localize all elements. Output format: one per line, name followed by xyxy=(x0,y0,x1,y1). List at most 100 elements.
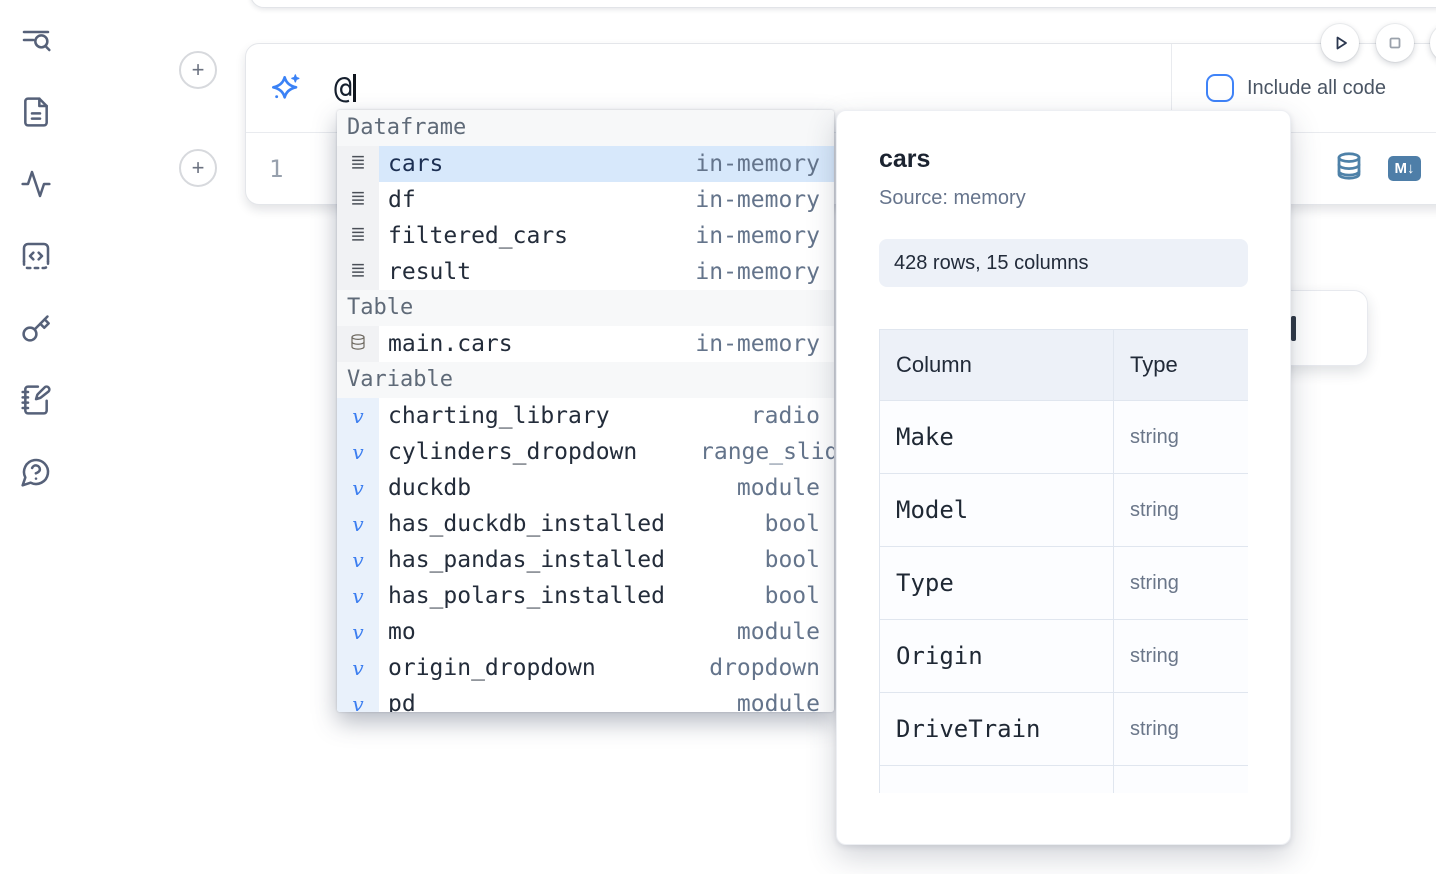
column-name: Model xyxy=(880,474,1114,547)
item-type: dropdown xyxy=(709,655,834,681)
key-icon[interactable] xyxy=(20,312,52,344)
item-type: range_slider xyxy=(700,439,834,465)
text-cursor xyxy=(353,74,356,102)
autocomplete-item-has_duckdb_installed[interactable]: vhas_duckdb_installedbool xyxy=(337,506,834,542)
item-name: result xyxy=(388,259,471,285)
column-row: DriveTrainstring xyxy=(880,693,1249,766)
variable-icon: v xyxy=(337,578,379,614)
column-header: Column xyxy=(880,330,1114,401)
include-all-code-label: Include all code xyxy=(1247,77,1386,100)
add-cell-below-button[interactable]: + xyxy=(179,149,217,187)
stop-icon xyxy=(1383,31,1407,55)
item-type: bool xyxy=(765,511,834,537)
item-name: origin_dropdown xyxy=(388,655,596,681)
sparkles-icon xyxy=(270,72,302,104)
autocomplete-item-filtered_cars[interactable]: filtered_carsin-memory xyxy=(337,218,834,254)
cell-action-icons: M↓ xyxy=(1334,133,1421,204)
markdown-convert-icon[interactable]: M↓ xyxy=(1388,156,1421,181)
autocomplete-item-pd[interactable]: vpdmodule xyxy=(337,686,834,712)
variable-icon: v xyxy=(337,470,379,506)
dataframe-icon xyxy=(337,254,379,290)
autocomplete-item-mo[interactable]: vmomodule xyxy=(337,614,834,650)
variable-icon: v xyxy=(337,398,379,434)
column-type xyxy=(1114,766,1249,794)
autocomplete-section-label: Dataframe xyxy=(337,110,834,146)
item-type: in-memory xyxy=(695,223,834,249)
table-icon xyxy=(337,326,379,362)
variable-icon: v xyxy=(337,542,379,578)
column-name: Make xyxy=(880,401,1114,474)
item-name: has_polars_installed xyxy=(388,583,665,609)
text-search-icon[interactable] xyxy=(20,24,52,56)
item-name: df xyxy=(388,187,416,213)
marimo-notebook: + + @ Include all code 1 xyxy=(0,0,1436,874)
column-type: string xyxy=(1114,620,1249,693)
preview-shape-badge: 428 rows, 15 columns xyxy=(879,239,1248,287)
item-name: charting_library xyxy=(388,403,610,429)
file-text-icon[interactable] xyxy=(20,96,52,128)
item-name: has_duckdb_installed xyxy=(388,511,665,537)
autocomplete-item-has_pandas_installed[interactable]: v has_pandas_installed bool xyxy=(337,542,834,578)
preview-table-wrap: Column Type MakestringModelstringTypestr… xyxy=(879,329,1248,793)
preview-title: cars xyxy=(879,145,1248,174)
autocomplete-item-duckdb[interactable]: vduckdb module xyxy=(337,470,834,506)
autocomplete-item-origin_dropdown[interactable]: v origin_dropdown dropdown xyxy=(337,650,834,686)
dataframe-icon xyxy=(337,218,379,254)
item-name: cars xyxy=(388,151,443,177)
stop-button[interactable] xyxy=(1376,24,1414,62)
column-name: Origin xyxy=(880,620,1114,693)
code-snippets-icon[interactable] xyxy=(20,240,52,272)
column-row: Originstring xyxy=(880,620,1249,693)
column-type: string xyxy=(1114,401,1249,474)
item-type: in-memory xyxy=(695,187,834,213)
type-header: Type xyxy=(1114,330,1249,401)
autocomplete-section-label: Table xyxy=(337,290,834,326)
dataframe-icon xyxy=(337,146,379,182)
column-name xyxy=(880,766,1114,794)
add-cell-above-button[interactable]: + xyxy=(179,51,217,89)
item-type: in-memory xyxy=(695,259,834,285)
autocomplete-item-result[interactable]: result in-memory xyxy=(337,254,834,290)
variable-icon: v xyxy=(337,650,379,686)
column-row xyxy=(880,766,1249,794)
partial-letter xyxy=(1291,316,1296,341)
item-name: duckdb xyxy=(388,475,471,501)
column-name: Type xyxy=(880,547,1114,620)
item-name: cylinders_dropdown xyxy=(388,439,637,465)
item-type: bool xyxy=(765,547,834,573)
activity-icon[interactable] xyxy=(20,168,52,200)
item-type: module xyxy=(737,475,834,501)
ai-prompt-input[interactable]: @ xyxy=(334,71,356,106)
item-name: main.cars xyxy=(388,331,513,357)
preview-column-table: Column Type MakestringModelstringTypestr… xyxy=(879,329,1248,793)
column-name: DriveTrain xyxy=(880,693,1114,766)
autocomplete-item-cars[interactable]: cars in-memory xyxy=(337,146,834,182)
database-icon[interactable] xyxy=(1334,151,1364,186)
item-type: module xyxy=(737,691,834,712)
notebook-pen-icon[interactable] xyxy=(20,384,52,416)
autocomplete-item-df[interactable]: df in-memory xyxy=(337,182,834,218)
play-icon xyxy=(1328,31,1352,55)
run-cell-button[interactable] xyxy=(1321,24,1359,62)
autocomplete-item-has_polars_installed[interactable]: v has_polars_installed bool xyxy=(337,578,834,614)
autocomplete-dropdown: Dataframecarsin-memorydfin-memoryfiltere… xyxy=(337,110,834,712)
autocomplete-section-label: Variable xyxy=(337,362,834,398)
autocomplete-item-charting_library[interactable]: v charting_library radio xyxy=(337,398,834,434)
item-type: radio xyxy=(751,403,834,429)
item-name: has_pandas_installed xyxy=(388,547,665,573)
item-type: in-memory xyxy=(695,151,834,177)
column-type: string xyxy=(1114,693,1249,766)
item-type: in-memory xyxy=(695,331,834,357)
item-type: module xyxy=(737,619,834,645)
dataframe-icon xyxy=(337,182,379,218)
dataframe-preview-card: cars Source: memory 428 rows, 15 columns… xyxy=(836,110,1291,845)
autocomplete-item-main.cars[interactable]: main.cars in-memory xyxy=(337,326,834,362)
item-type: bool xyxy=(765,583,834,609)
help-chat-icon[interactable] xyxy=(20,456,52,488)
item-name: mo xyxy=(388,619,416,645)
variable-icon: v xyxy=(337,434,379,470)
autocomplete-item-cylinders_dropdown[interactable]: v cylinders_dropdown range_slider xyxy=(337,434,834,470)
include-all-code-checkbox[interactable] xyxy=(1206,74,1234,102)
column-row: Modelstring xyxy=(880,474,1249,547)
column-type: string xyxy=(1114,547,1249,620)
